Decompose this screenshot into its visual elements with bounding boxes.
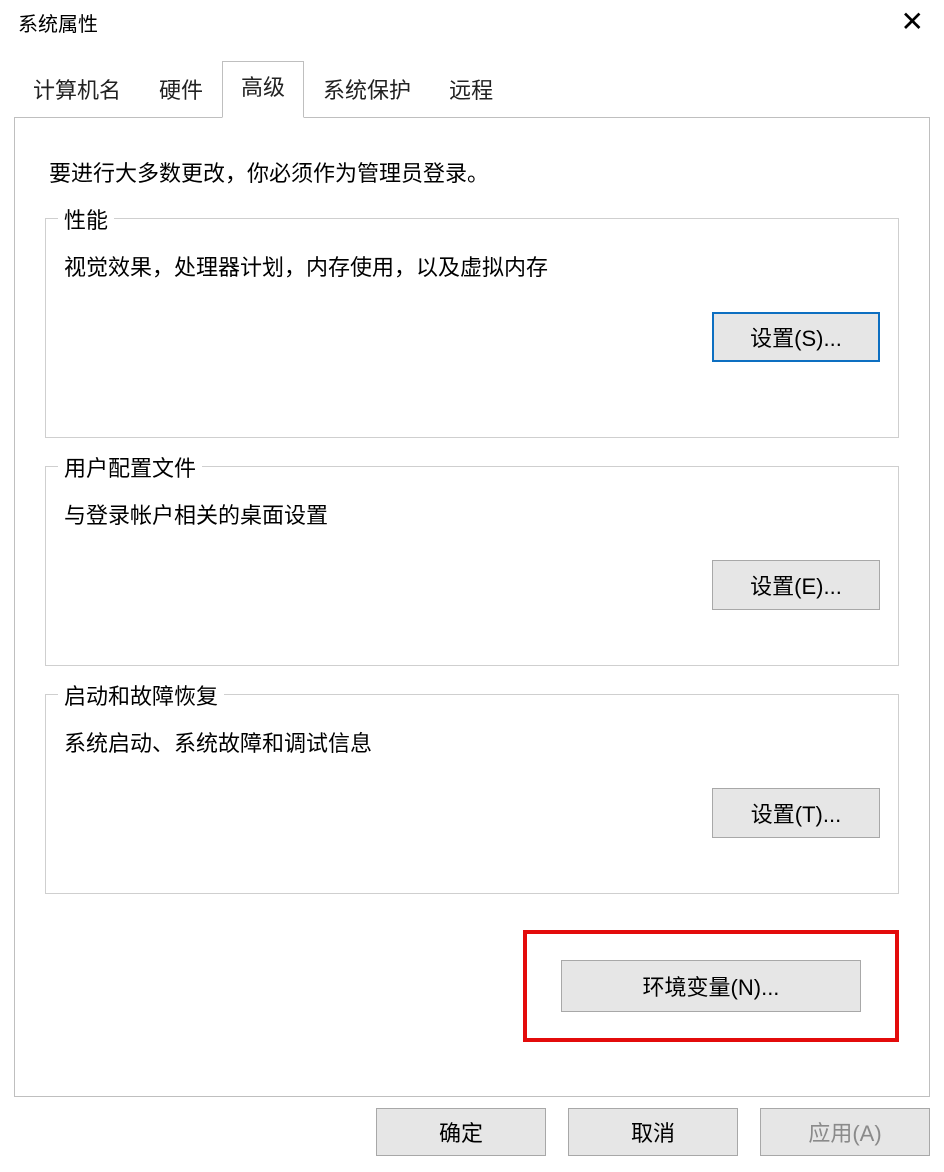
- startup-settings-button[interactable]: 设置(T)...: [712, 788, 880, 838]
- tab-remote[interactable]: 远程: [430, 62, 512, 117]
- close-icon[interactable]: ✕: [893, 8, 932, 36]
- profiles-settings-button[interactable]: 设置(E)...: [712, 560, 880, 610]
- profiles-desc: 与登录帐户相关的桌面设置: [64, 499, 880, 532]
- dialog-button-row: 确定 取消 应用(A): [376, 1108, 930, 1156]
- tab-hardware[interactable]: 硬件: [140, 62, 222, 117]
- tab-computer-name[interactable]: 计算机名: [14, 62, 140, 117]
- startup-legend: 启动和故障恢复: [58, 679, 224, 711]
- profiles-group: 用户配置文件 与登录帐户相关的桌面设置 设置(E)...: [45, 466, 899, 666]
- advanced-tab-panel: 要进行大多数更改，你必须作为管理员登录。 性能 视觉效果，处理器计划，内存使用，…: [14, 117, 930, 1097]
- performance-legend: 性能: [58, 203, 114, 235]
- performance-desc: 视觉效果，处理器计划，内存使用，以及虚拟内存: [64, 251, 880, 284]
- tab-system-protection[interactable]: 系统保护: [304, 62, 430, 117]
- startup-desc: 系统启动、系统故障和调试信息: [64, 727, 880, 760]
- environment-variables-button[interactable]: 环境变量(N)...: [561, 960, 861, 1012]
- startup-group: 启动和故障恢复 系统启动、系统故障和调试信息 设置(T)...: [45, 694, 899, 894]
- tab-strip: 计算机名 硬件 高级 系统保护 远程: [14, 62, 944, 117]
- apply-button[interactable]: 应用(A): [760, 1108, 930, 1156]
- ok-button[interactable]: 确定: [376, 1108, 546, 1156]
- window-title: 系统属性: [18, 8, 98, 37]
- performance-group: 性能 视觉效果，处理器计划，内存使用，以及虚拟内存 设置(S)...: [45, 218, 899, 438]
- tab-advanced[interactable]: 高级: [222, 61, 304, 118]
- performance-settings-button[interactable]: 设置(S)...: [712, 312, 880, 362]
- env-highlight-box: 环境变量(N)...: [523, 930, 899, 1042]
- profiles-legend: 用户配置文件: [58, 451, 202, 483]
- cancel-button[interactable]: 取消: [568, 1108, 738, 1156]
- admin-note: 要进行大多数更改，你必须作为管理员登录。: [49, 156, 895, 188]
